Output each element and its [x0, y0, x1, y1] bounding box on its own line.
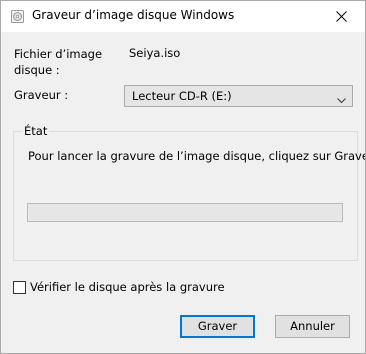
disc-burn-icon [11, 10, 24, 23]
close-icon [336, 11, 347, 22]
title-bar: Graveur d’image disque Windows [1, 1, 365, 32]
image-file-value: Seiya.iso [129, 46, 181, 60]
image-file-label: Fichier d’image disque : [14, 46, 102, 78]
burner-label: Graveur : [14, 88, 69, 102]
burn-button[interactable]: Graver [180, 315, 255, 338]
burn-dialog: Graveur d’image disque Windows Fichier d… [0, 0, 366, 354]
status-group: État Pour lancer la gravure de l’image d… [13, 124, 365, 261]
window-title: Graveur d’image disque Windows [32, 8, 235, 22]
verify-checkbox-label[interactable]: Vérifier le disque après la gravure [30, 280, 225, 294]
status-group-legend: État [22, 124, 50, 138]
chevron-down-icon [337, 93, 346, 107]
status-message: Pour lancer la gravure de l’image disque… [28, 149, 366, 163]
close-button[interactable] [319, 1, 365, 32]
burner-selected-value: Lecteur CD-R (E:) [132, 89, 232, 103]
verify-checkbox[interactable] [13, 281, 26, 294]
burn-progress-bar [27, 203, 343, 222]
image-file-label-line2: disque : [14, 63, 60, 77]
image-file-label-line1: Fichier d’image [14, 47, 103, 61]
cancel-button[interactable]: Annuler [275, 315, 350, 338]
burner-select[interactable]: Lecteur CD-R (E:) [124, 85, 353, 107]
